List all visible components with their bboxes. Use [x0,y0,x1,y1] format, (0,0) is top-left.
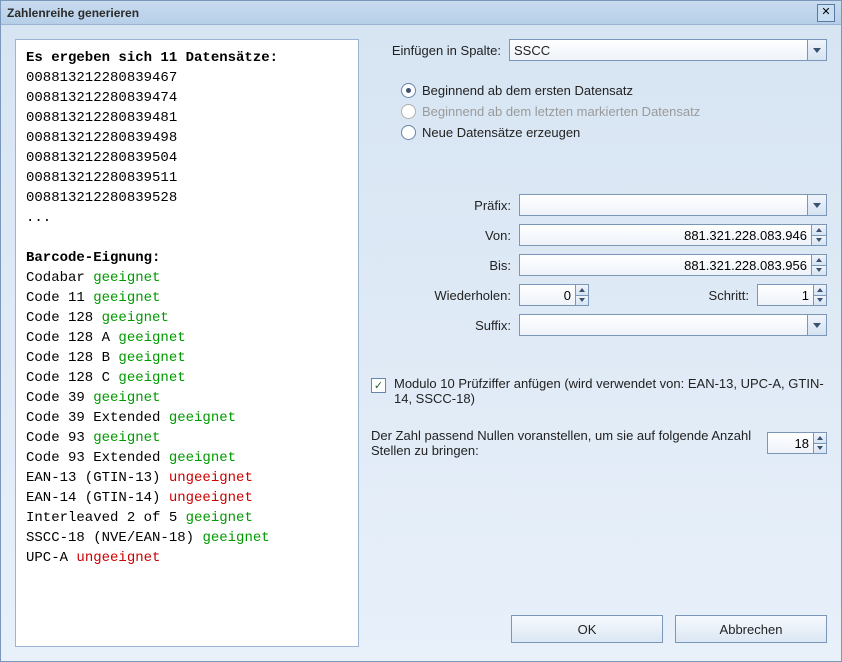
suffix-select[interactable] [519,314,827,336]
close-icon[interactable]: ✕ [817,4,835,22]
repeat-label: Wiederholen: [371,288,519,303]
preview-panel: Es ergeben sich 11 Datensätze: 008813212… [15,39,359,647]
zeropad-row: Der Zahl passend Nullen voranstellen, um… [371,428,827,458]
insert-label: Einfügen in Spalte: [371,43,509,58]
step-spinner[interactable] [813,284,827,306]
ok-button[interactable]: OK [511,615,663,643]
radio-begin-first[interactable]: Beginnend ab dem ersten Datensatz [401,83,827,98]
chevron-down-icon [807,315,826,335]
form-panel: Einfügen in Spalte: SSCC Beginnend ab de… [371,39,827,647]
to-input[interactable] [519,254,811,276]
titlebar: Zahlenreihe generieren ✕ [1,1,841,25]
insert-column-select[interactable]: SSCC [509,39,827,61]
radio-label: Neue Datensätze erzeugen [422,125,580,140]
suffix-label: Suffix: [371,318,519,333]
radio-icon [401,104,416,119]
prefix-label: Präfix: [371,198,519,213]
zeropad-spinner[interactable] [813,432,827,454]
to-spinner[interactable] [811,254,827,276]
dialog-buttons: OK Abbrechen [371,615,827,647]
radio-label: Beginnend ab dem letzten markierten Date… [422,104,700,119]
insert-row: Einfügen in Spalte: SSCC [371,39,827,61]
zeropad-label: Der Zahl passend Nullen voranstellen, um… [371,428,767,458]
window-title: Zahlenreihe generieren [7,6,817,20]
radio-icon [401,83,416,98]
to-label: Bis: [371,258,519,273]
chevron-down-icon [807,195,826,215]
radio-icon [401,125,416,140]
from-input[interactable] [519,224,811,246]
chevron-down-icon [807,40,826,60]
prefix-select[interactable] [519,194,827,216]
insert-column-value: SSCC [514,43,550,58]
radio-create-new[interactable]: Neue Datensätze erzeugen [401,125,827,140]
repeat-input[interactable] [519,284,575,306]
from-label: Von: [371,228,519,243]
step-label: Schritt: [609,288,757,303]
zeropad-input[interactable] [767,432,813,454]
from-spinner[interactable] [811,224,827,246]
mod10-checkbox-row[interactable]: ✓ Modulo 10 Prüfziffer anfügen (wird ver… [371,376,827,406]
dialog-content: Es ergeben sich 11 Datensätze: 008813212… [1,25,841,661]
step-input[interactable] [757,284,813,306]
repeat-spinner[interactable] [575,284,589,306]
radio-label: Beginnend ab dem ersten Datensatz [422,83,633,98]
numeric-grid: Präfix: Von: Bis: [371,194,827,344]
checkbox-icon: ✓ [371,378,386,393]
mod10-label: Modulo 10 Prüfziffer anfügen (wird verwe… [394,376,827,406]
cancel-button[interactable]: Abbrechen [675,615,827,643]
start-position-radio-group: Beginnend ab dem ersten Datensatz Beginn… [401,83,827,146]
radio-begin-last: Beginnend ab dem letzten markierten Date… [401,104,827,119]
dialog-window: Zahlenreihe generieren ✕ Es ergeben sich… [0,0,842,662]
